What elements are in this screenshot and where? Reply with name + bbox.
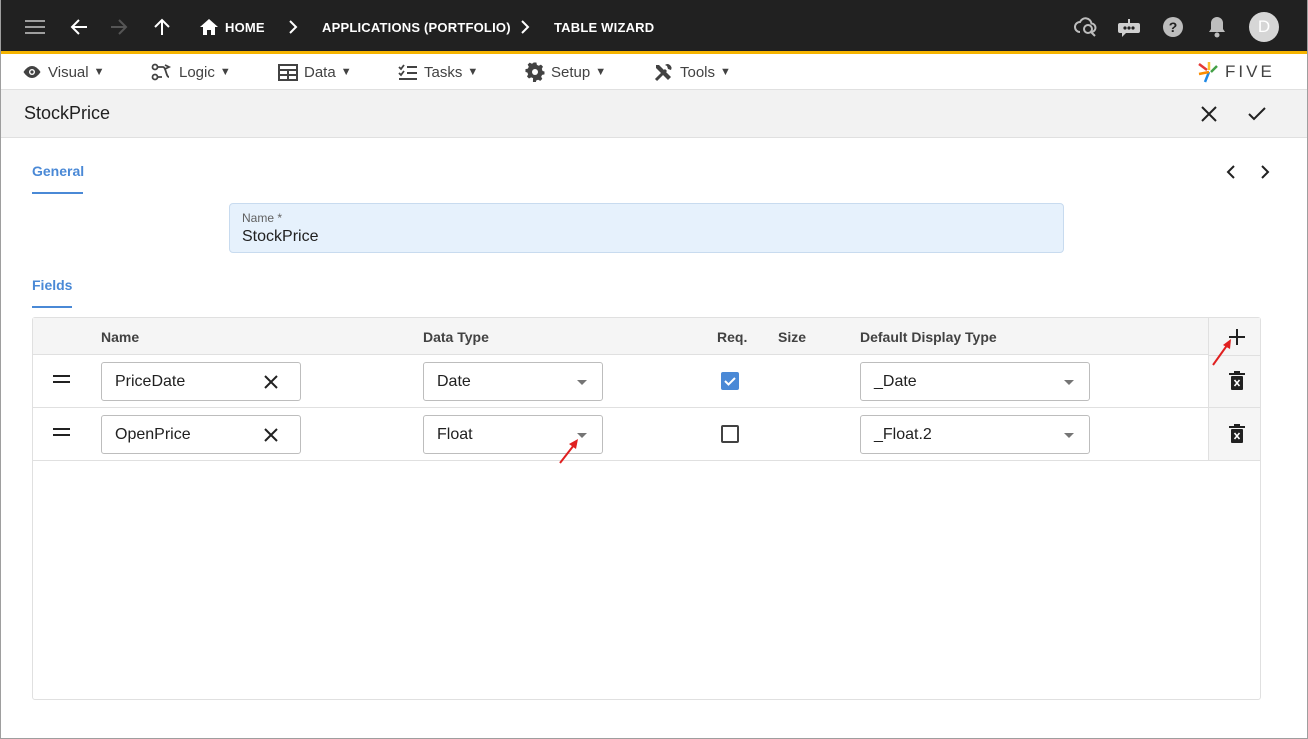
caret-down-icon: ▼ [720,66,731,78]
dropdown-arrow-icon [1064,433,1074,438]
home-icon[interactable] [191,9,227,45]
data-type-select[interactable]: Date [423,362,603,401]
user-avatar[interactable]: D [1249,12,1279,42]
caret-down-icon: ▼ [467,66,479,78]
chat-bot-icon[interactable] [1111,9,1147,45]
notifications-bell-icon[interactable] [1199,9,1235,45]
field-name-value: PriceDate [115,373,186,390]
menu-logic[interactable]: Logic ▼ [151,54,231,90]
checklist-icon [398,63,417,80]
caret-down-icon: ▼ [340,66,352,78]
five-logo-mark-icon [1198,62,1218,83]
hamburger-menu-icon[interactable] [17,9,53,45]
chevron-right-icon [289,20,298,34]
menu-tools-label: Tools [680,63,716,81]
breadcrumb-home[interactable]: HOME [225,0,265,54]
tab-general[interactable]: General [32,163,84,179]
menu-setup-label: Setup [551,63,591,81]
tools-icon [654,63,672,81]
tab-fields[interactable]: Fields [32,277,72,293]
checkmark-icon [724,377,736,386]
gear-icon [525,62,545,82]
header-data-type: Data Type [423,329,489,345]
previous-page-icon[interactable] [1221,162,1241,182]
display-type-value: _Float.2 [874,426,932,443]
back-arrow-icon[interactable] [61,9,97,45]
annotation-arrow-icon [559,439,578,464]
header-req: Req. [717,329,748,345]
breadcrumb-table-wizard[interactable]: TABLE WIZARD [554,0,654,54]
menu-visual[interactable]: Visual ▼ [22,54,104,90]
svg-text:?: ? [1169,19,1178,35]
clear-x-icon[interactable] [262,373,280,391]
name-field-value: StockPrice [242,228,319,245]
menu-visual-label: Visual [48,63,89,81]
menu-tools[interactable]: Tools ▼ [653,54,731,90]
delete-row-trash-icon[interactable] [1228,371,1246,391]
caret-down-icon: ▼ [219,66,231,78]
name-field-label: Name * [242,211,283,225]
eye-icon [23,66,41,78]
chevron-right-icon [521,20,530,34]
fields-table: Name Data Type Req. Size Default Display… [32,317,1261,700]
save-check-icon[interactable] [1245,102,1269,126]
next-page-icon[interactable] [1255,162,1275,182]
delete-row-trash-icon[interactable] [1228,424,1246,444]
caret-down-icon: ▼ [595,66,607,78]
tab-fields-underline [32,306,72,308]
form-title: StockPrice [24,103,111,123]
forward-arrow-icon[interactable] [101,9,137,45]
app-window: HOME APPLICATIONS (PORTFOLIO) TABLE WIZA… [0,0,1308,739]
logic-flow-icon [151,63,172,81]
drag-handle-icon[interactable] [53,428,70,439]
field-name-value: OpenPrice [115,426,191,443]
menu-tasks-label: Tasks [424,63,463,81]
required-checkbox[interactable] [721,425,739,443]
cancel-close-icon[interactable] [1197,102,1221,126]
field-name-input[interactable]: OpenPrice [101,415,301,454]
display-type-select[interactable]: _Date [860,362,1090,401]
breadcrumb-applications[interactable]: APPLICATIONS (PORTFOLIO) [322,0,511,54]
main-menu-bar: Visual ▼ Logic ▼ Data ▼ Tasks ▼ Setup ▼ Tools… [1,54,1307,90]
data-type-value: Float [437,426,473,443]
up-arrow-icon[interactable] [144,9,180,45]
header-display-type: Default Display Type [860,329,997,345]
dropdown-arrow-icon [577,380,587,385]
menu-setup[interactable]: Setup ▼ [525,54,606,90]
form-title-bar: StockPrice [1,90,1307,138]
name-field[interactable]: Name * StockPrice [229,203,1064,253]
table-grid-icon [278,63,298,81]
five-logo-text: FIVE [1225,62,1275,81]
display-type-select[interactable]: _Float.2 [860,415,1090,454]
data-type-value: Date [437,373,471,390]
display-type-value: _Date [874,373,917,390]
table-row: PriceDate Date _Date [33,355,1208,408]
cloud-sync-icon[interactable] [1068,9,1104,45]
header-name: Name [101,329,140,345]
menu-data-label: Data [304,63,336,81]
menu-data[interactable]: Data ▼ [278,54,352,90]
top-app-bar: HOME APPLICATIONS (PORTFOLIO) TABLE WIZA… [1,0,1307,54]
dropdown-arrow-icon [1064,380,1074,385]
caret-down-icon: ▼ [93,66,105,78]
tab-general-underline [32,192,83,194]
menu-logic-label: Logic [179,63,215,81]
required-checkbox[interactable] [721,372,739,390]
clear-x-icon[interactable] [262,426,280,444]
five-logo: FIVE [1197,57,1275,87]
field-name-input[interactable]: PriceDate [101,362,301,401]
table-row: OpenPrice Float _Float.2 [33,408,1208,461]
drag-handle-icon[interactable] [53,375,70,386]
row-divider [1208,407,1260,408]
menu-tasks[interactable]: Tasks ▼ [398,54,478,90]
help-icon[interactable]: ? [1155,9,1191,45]
table-header: Name Data Type Req. Size Default Display… [33,318,1260,355]
row-divider [1208,460,1260,461]
annotation-arrow-icon [1212,339,1231,366]
header-size: Size [778,329,807,345]
